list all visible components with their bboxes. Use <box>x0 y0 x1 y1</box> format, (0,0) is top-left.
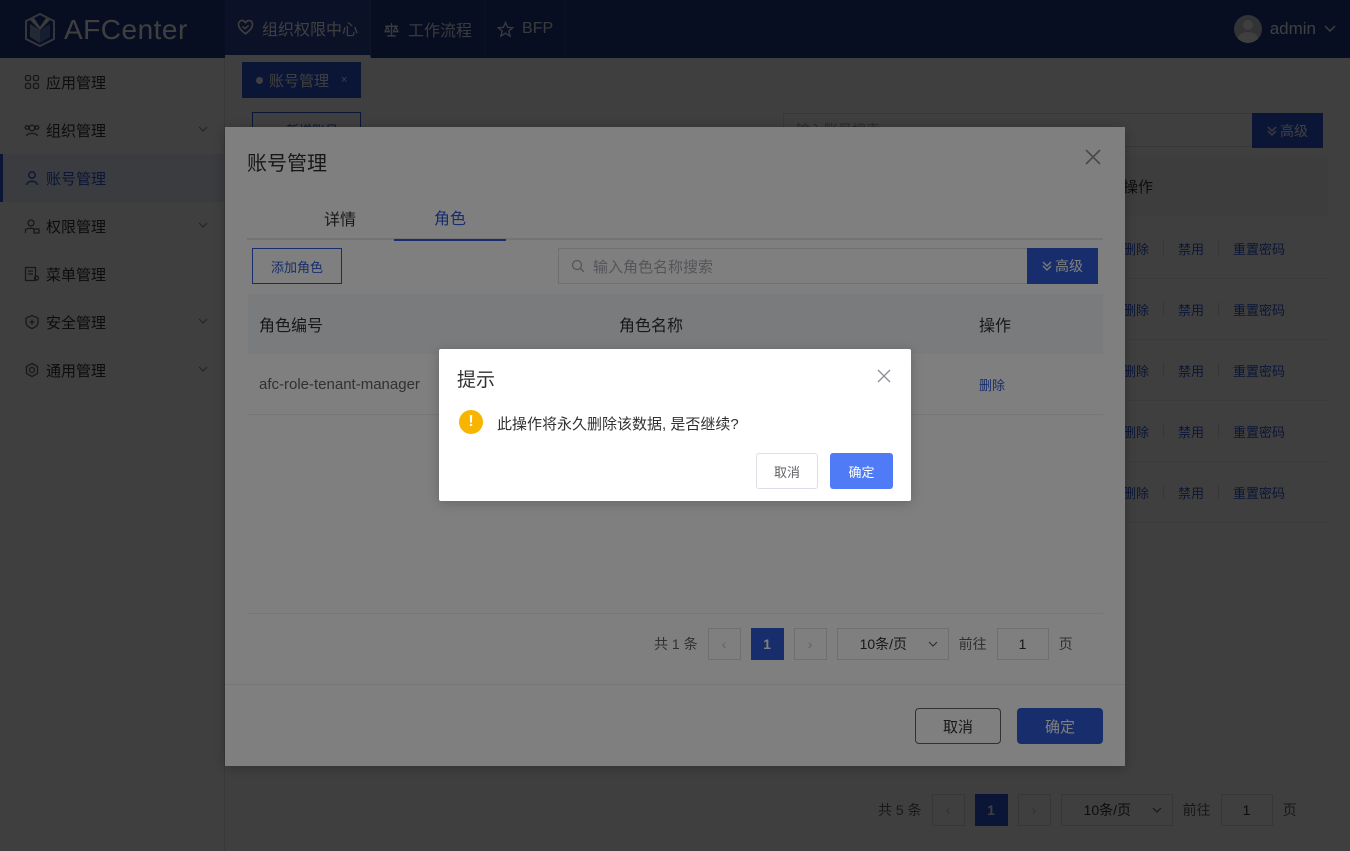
warning-icon: ! <box>459 410 483 434</box>
cancel-button[interactable]: 取消 <box>756 453 818 489</box>
confirm-message-box: 提示 ! 此操作将永久删除该数据, 是否继续? 取消 确定 <box>439 349 911 501</box>
message-box-title: 提示 <box>457 370 496 391</box>
close-icon[interactable] <box>877 369 891 383</box>
confirm-button[interactable]: 确定 <box>830 453 893 489</box>
message-box-text: 此操作将永久删除该数据, 是否继续? <box>497 416 739 433</box>
